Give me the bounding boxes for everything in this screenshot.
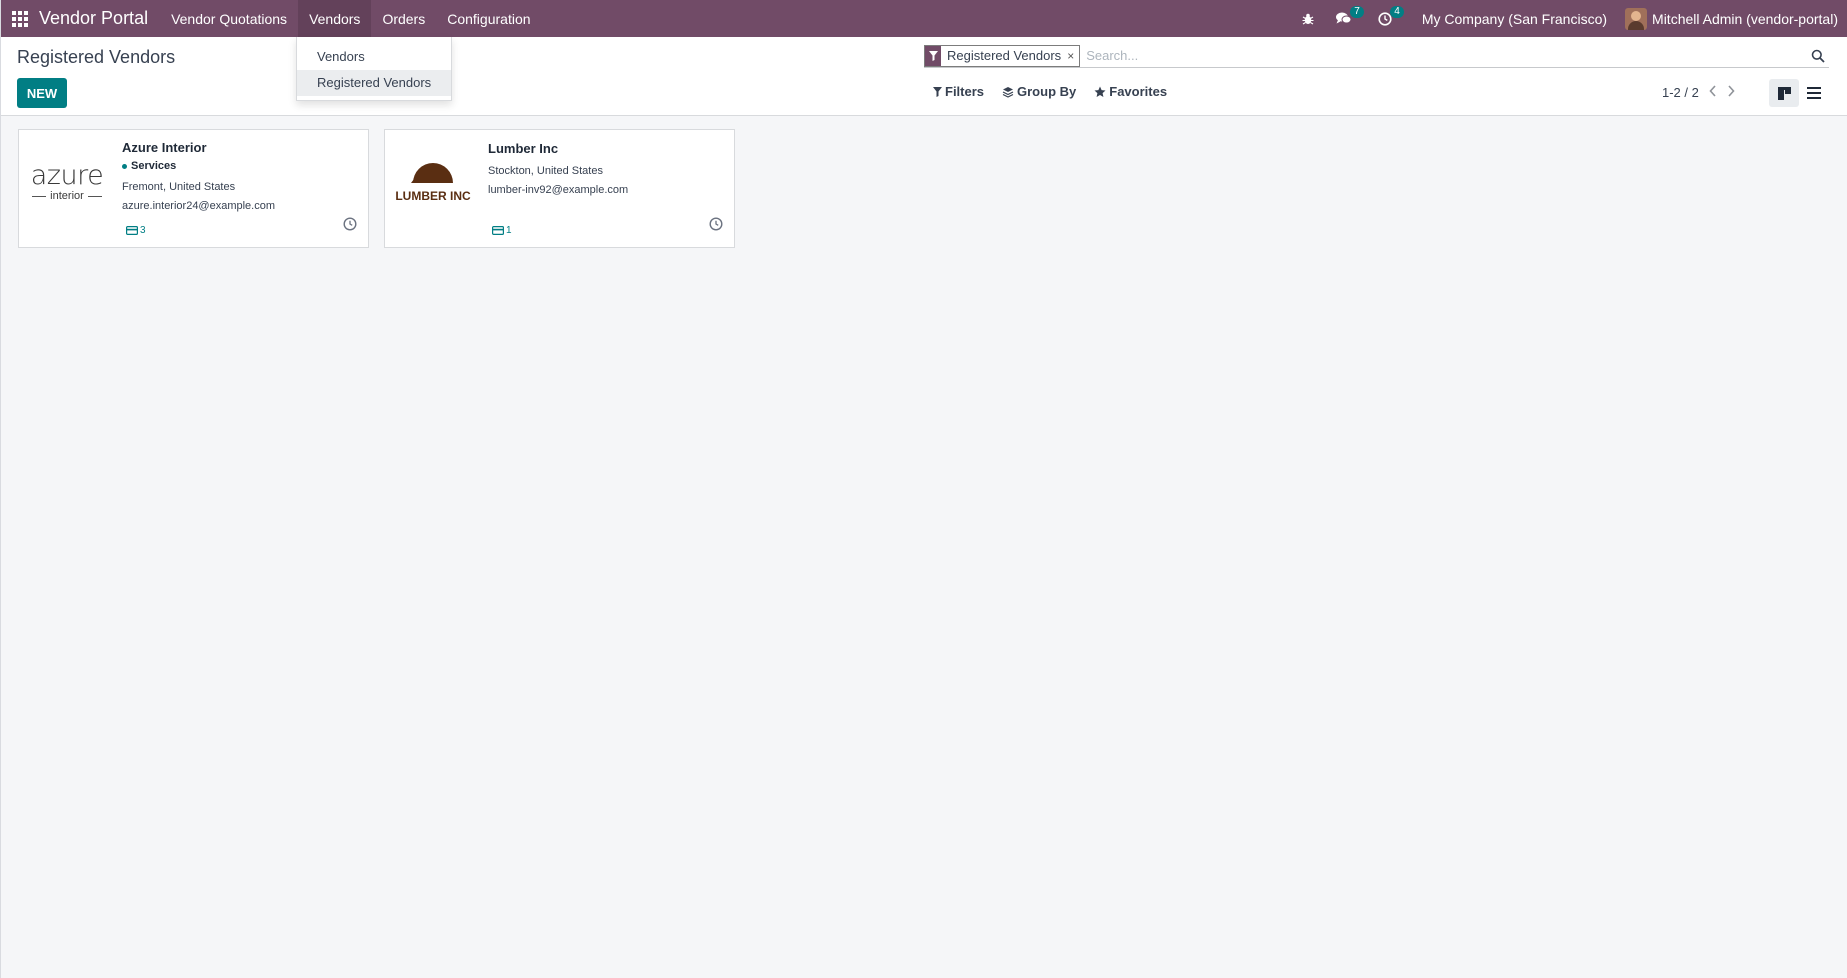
view-switcher [1769,79,1829,107]
lumber-saw-logo [410,162,453,183]
pager: 1-2 / 2 [1662,84,1735,100]
logo-main-text: LUMBER INC [395,188,471,203]
search-facet: Registered Vendors × [924,44,1081,67]
menu-vendors[interactable]: Vendors [298,0,372,37]
group-by-button[interactable]: Group By [1002,84,1076,99]
tag-color-dot [122,163,127,169]
vendor-email: azure.interior24@example.com [122,200,276,212]
company-switcher[interactable]: My Company (San Francisco) [1410,11,1619,27]
page-title: Registered Vendors [17,47,176,67]
filters-button[interactable]: Filters [933,84,984,99]
messages-count-badge: 7 [1350,6,1364,18]
vendor-card[interactable]: LUMBER INC Lumber Inc Stockton, United S… [384,129,735,248]
debug-bug-icon[interactable] [1291,0,1325,37]
vendor-count: 3 [140,225,146,236]
app-brand[interactable]: Vendor Portal [39,8,148,29]
star-icon [1094,86,1106,97]
vendor-count-badge[interactable]: 3 [126,225,146,236]
vendor-name: Lumber Inc [488,141,559,156]
layers-icon [1002,86,1014,98]
activity-clock-icon[interactable] [343,217,357,236]
kanban-view-icon[interactable] [1769,79,1799,107]
vendor-count-badge[interactable]: 1 [492,225,512,236]
group-by-label: Group By [1017,84,1077,99]
vendor-count: 1 [506,225,512,236]
facet-value: Registered Vendors [947,48,1062,63]
vendor-tag: Services [122,160,358,172]
new-button[interactable]: NEW [17,78,67,108]
vendor-email: lumber-inv92@example.com [488,184,629,196]
vendor-logo: azure interior [27,145,107,220]
card-count-icon [492,226,504,235]
menu-vendor-quotations[interactable]: Vendor Quotations [160,0,298,37]
vendor-logo: LUMBER INC [393,145,473,220]
user-name: Mitchell Admin (vendor-portal) [1652,10,1838,27]
search-icon[interactable] [1807,45,1829,67]
activities-count-badge: 4 [1390,6,1404,18]
filter-facet-icon [925,45,941,66]
logo-main-text: azure [30,160,104,191]
dropdown-item-vendors[interactable]: Vendors [297,44,451,70]
filter-icon [933,86,942,97]
apps-menu-icon[interactable] [1,0,39,37]
search-options: Filters Group By Favorites [933,84,1167,99]
card-count-icon [126,226,138,235]
control-panel: Registered Vendors NEW Registered Vendor… [1,37,1847,116]
pager-previous-icon[interactable] [1709,84,1717,100]
vendors-dropdown-menu: Vendors Registered Vendors [296,37,452,101]
vendor-card[interactable]: azure interior Azure Interior Services F… [18,129,369,248]
logo-sub-text: interior [50,190,84,202]
search-input[interactable] [1080,44,1807,67]
vendor-location: Fremont, United States [122,181,236,193]
menu-orders[interactable]: Orders [371,0,436,37]
vendor-location: Stockton, United States [488,165,603,177]
menu-configuration[interactable]: Configuration [436,0,541,37]
messages-chat-icon[interactable]: 7 [1325,0,1364,37]
top-navbar: Vendor Portal Vendor Quotations Vendors … [1,0,1847,37]
activity-clock-icon[interactable] [709,217,723,236]
search-bar: Registered Vendors × [924,44,1829,68]
vendor-name: Azure Interior [122,140,207,155]
pager-next-icon[interactable] [1727,84,1735,100]
user-avatar [1625,7,1648,30]
favorites-label: Favorites [1109,84,1168,99]
favorites-button[interactable]: Favorites [1094,84,1167,99]
vendor-tag-label: Services [131,160,177,172]
list-view-icon[interactable] [1799,79,1829,107]
facet-remove-icon[interactable]: × [1067,49,1079,63]
pager-value[interactable]: 1-2 / 2 [1662,85,1699,100]
dropdown-item-registered-vendors[interactable]: Registered Vendors [297,70,451,96]
user-menu[interactable]: Mitchell Admin (vendor-portal) [1619,7,1847,30]
filters-label: Filters [945,84,985,99]
activities-clock-icon[interactable]: 4 [1368,0,1404,37]
